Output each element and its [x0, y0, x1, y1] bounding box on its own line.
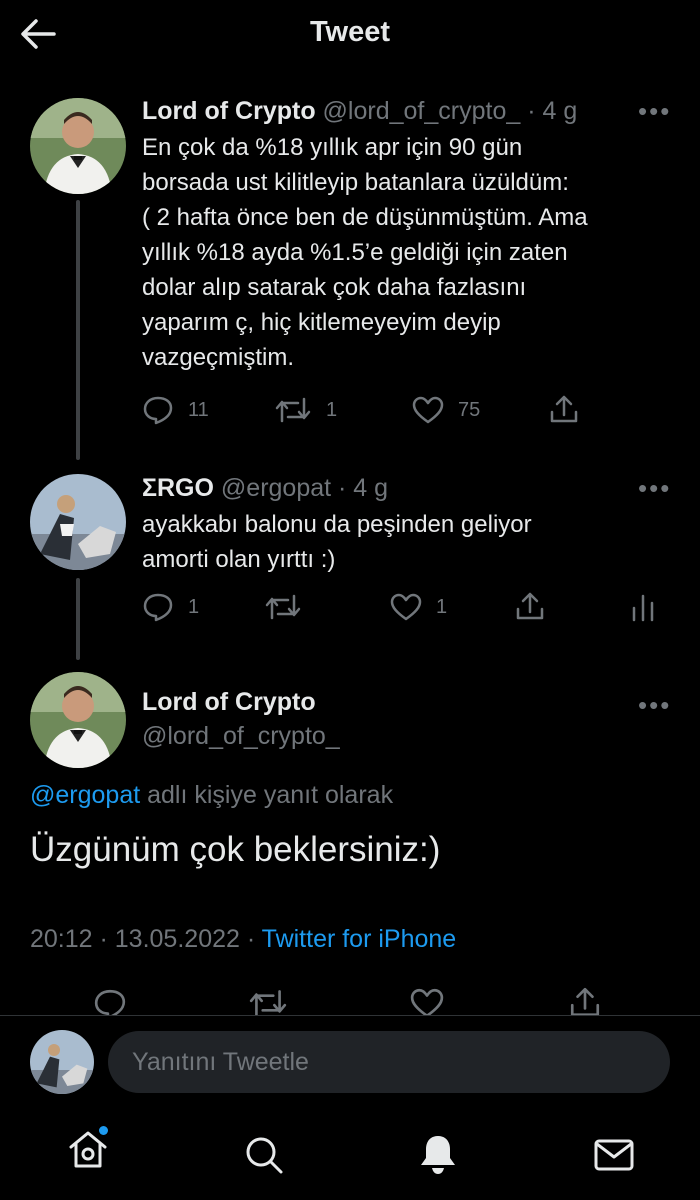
search-icon: [246, 1137, 283, 1174]
retweet-button[interactable]: [264, 592, 316, 622]
share-icon: [550, 395, 578, 423]
divider: [0, 1015, 700, 1016]
retweet-button[interactable]: 1: [274, 395, 337, 425]
retweet-count: 1: [326, 398, 338, 421]
author-handle[interactable]: @lord_of_crypto_: [323, 97, 521, 125]
reply-icon: [143, 396, 173, 425]
share-button[interactable]: [548, 393, 594, 425]
like-icon: [390, 593, 422, 621]
tweet-meta: 20:12 · 13.05.2022 · Twitter for iPhone: [30, 925, 456, 954]
reply-count: 11: [188, 398, 209, 421]
avatar[interactable]: [30, 98, 126, 194]
nav-home[interactable]: [66, 1126, 110, 1172]
notifications-icon: [421, 1136, 455, 1174]
retweet-icon: [265, 594, 301, 620]
source-link[interactable]: Twitter for iPhone: [262, 925, 457, 953]
like-button[interactable]: 75: [412, 395, 480, 425]
reply-button[interactable]: 1: [142, 592, 199, 622]
share-icon[interactable]: [568, 985, 602, 1015]
analytics-button[interactable]: [630, 592, 670, 622]
tweet-text: En çok da %18 yıllık apr için 90 gün bor…: [142, 134, 588, 371]
tweet-text: ayakkabı balonu da peşinden geliyor amor…: [142, 511, 532, 573]
more-icon[interactable]: •••: [638, 692, 671, 718]
thread-line: [76, 578, 80, 660]
nav-messages[interactable]: [592, 1135, 636, 1175]
thread-line: [76, 200, 80, 460]
avatar[interactable]: [30, 1030, 94, 1094]
more-icon[interactable]: •••: [638, 98, 671, 124]
avatar[interactable]: [30, 672, 126, 768]
reply-icon: [143, 593, 173, 622]
reply-icon[interactable]: [93, 987, 127, 1015]
tweet-header: ΣRGO @ergopat · 4 g: [142, 474, 388, 503]
main-author-handle[interactable]: @lord_of_crypto_: [142, 722, 340, 751]
main-tweet-text: Üzgünüm çok beklersiniz:): [30, 830, 441, 869]
share-button[interactable]: [514, 590, 560, 622]
reply-button[interactable]: 11: [142, 395, 209, 425]
reply-context: @ergopat adlı kişiye yanıt olarak: [30, 781, 394, 809]
like-count: 1: [436, 595, 448, 618]
nav-notifications[interactable]: [416, 1132, 460, 1176]
avatar[interactable]: [30, 474, 126, 570]
page-title: Tweet: [309, 16, 391, 48]
retweet-icon: [275, 397, 311, 423]
author-name[interactable]: Lord of Crypto: [142, 97, 316, 125]
notification-dot: [99, 1126, 108, 1135]
main-actions: [0, 985, 700, 1015]
tweet-time: · 4 g: [338, 474, 389, 502]
share-icon: [516, 592, 544, 620]
retweet-icon[interactable]: [248, 987, 288, 1015]
analytics-icon: [632, 594, 654, 622]
tweet-header: Lord of Crypto @lord_of_crypto_ · 4 g: [142, 97, 577, 126]
like-count: 75: [458, 398, 481, 421]
more-icon[interactable]: •••: [638, 475, 671, 501]
reply-count: 1: [188, 595, 200, 618]
like-button[interactable]: 1: [390, 592, 447, 622]
reply-to-link[interactable]: @ergopat: [30, 781, 140, 809]
tweet-time: · 4 g: [527, 97, 578, 125]
messages-icon: [594, 1139, 634, 1171]
main-author-name[interactable]: Lord of Crypto: [142, 688, 316, 717]
reply-placeholder: Yanıtını Tweetle: [132, 1048, 309, 1076]
nav-search[interactable]: [242, 1133, 286, 1177]
author-handle[interactable]: @ergopat: [221, 474, 331, 502]
like-icon[interactable]: [410, 987, 444, 1015]
author-name[interactable]: ΣRGO: [142, 474, 214, 502]
timestamp: 20:12 · 13.05.2022 ·: [30, 925, 262, 953]
like-icon: [412, 396, 444, 424]
